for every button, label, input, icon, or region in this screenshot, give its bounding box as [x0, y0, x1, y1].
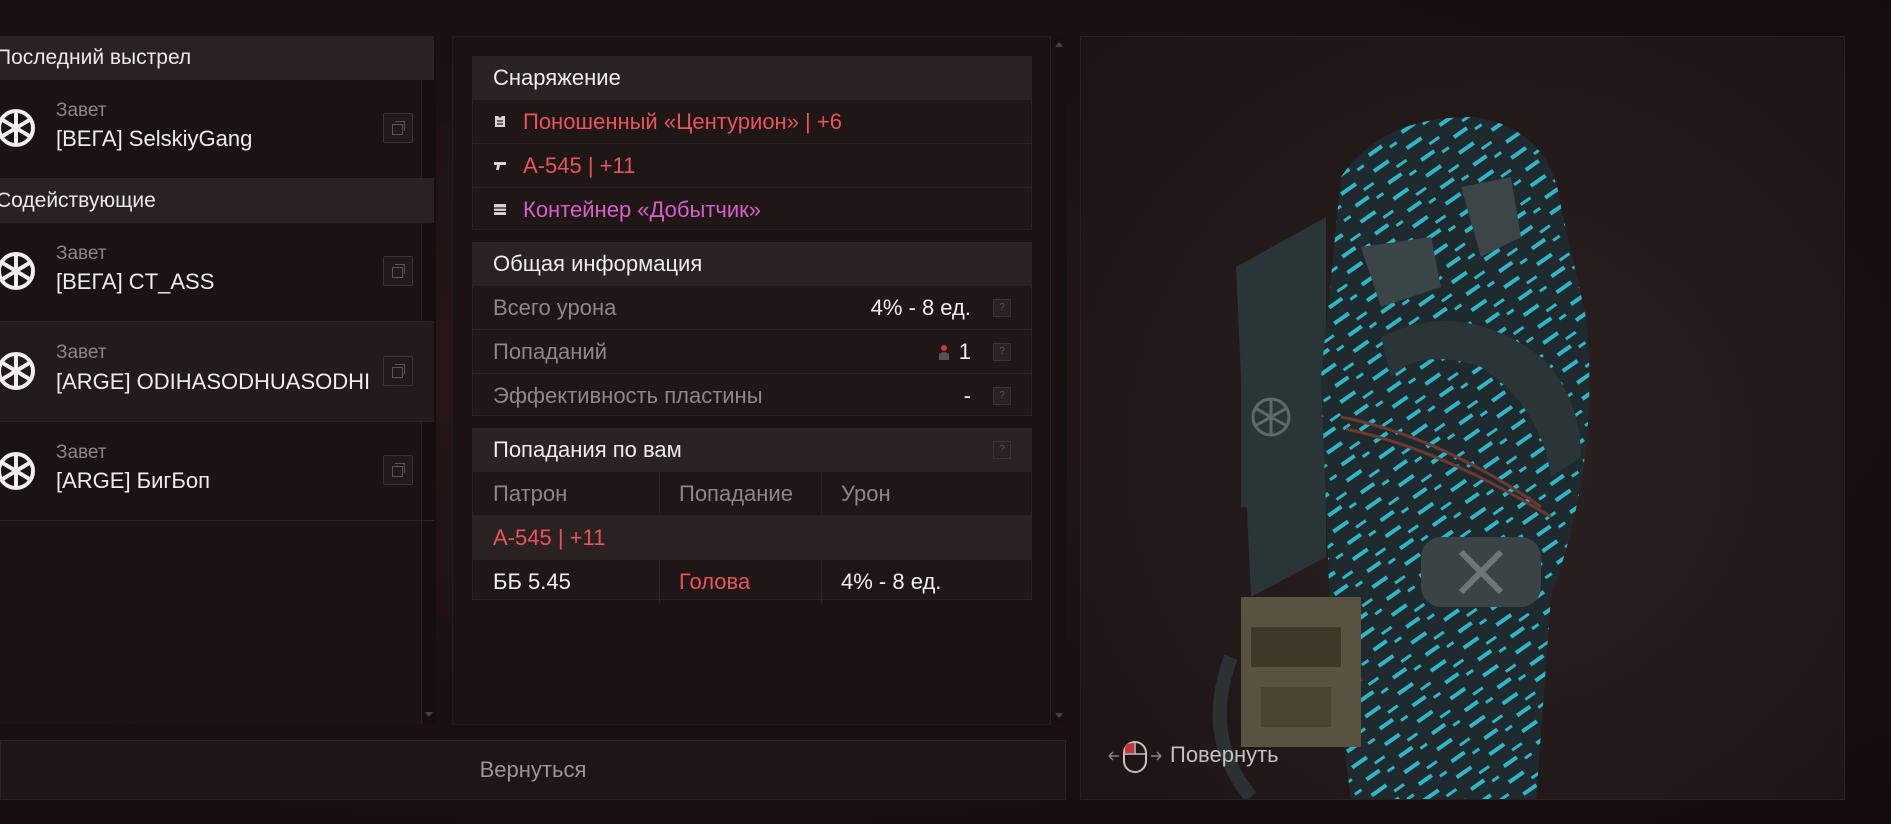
player-name: [ARGE] ODIHASODHUASODHI	[56, 369, 371, 394]
column-header: Попадание	[679, 481, 793, 506]
hits-weapon-row: А-545 | +11	[473, 515, 1031, 559]
copy-name-button[interactable]	[383, 455, 413, 485]
faction-icon	[0, 252, 35, 290]
character-3d-view[interactable]	[1080, 36, 1845, 800]
mouse-rotate-icon	[1108, 741, 1162, 773]
player-name: [ВЕГА] CT_ASS	[56, 269, 215, 294]
assists-header: Содействующие	[0, 179, 434, 223]
stat-label: Всего урона	[493, 295, 617, 320]
copy-name-button[interactable]	[383, 113, 413, 143]
equipment-title: Снаряжение	[473, 57, 1031, 99]
hit-location-cell: Голова	[679, 569, 751, 594]
column-divider	[821, 472, 822, 515]
equipment-name: Поношенный «Центурион» | +6	[523, 109, 842, 134]
column-header: Урон	[841, 481, 891, 506]
faction-name: Завет	[56, 442, 107, 463]
killer-row-assist[interactable]: Завет [ARGE] БигБоп	[0, 422, 434, 521]
hits-title: Попадания по вам ?	[473, 429, 1031, 471]
equipment-item[interactable]: Контейнер «Добытчик»	[473, 187, 1031, 231]
faction-name: Завет	[56, 100, 107, 121]
stat-label: Эффективность пластины	[493, 383, 763, 408]
hits-table-header: Патрон Попадание Урон	[473, 471, 1031, 515]
column-header: Патрон	[493, 481, 568, 506]
stat-row: Попаданий 1 ?	[473, 329, 1031, 373]
character-model[interactable]	[1081, 37, 1845, 800]
stat-row: Эффективность пластины - ?	[473, 373, 1031, 417]
equipment-item[interactable]: Поношенный «Центурион» | +6	[473, 99, 1031, 143]
faction-name: Завет	[56, 342, 107, 363]
rotate-label: Повернуть	[1170, 742, 1279, 767]
killers-panel: Последний выстрел Завет [ВЕГА] SelskiyGa…	[0, 36, 436, 724]
killer-row-last-shot[interactable]: Завет [ВЕГА] SelskiyGang	[0, 80, 434, 179]
copy-name-button[interactable]	[383, 256, 413, 286]
hits-block: Попадания по вам ? Патрон Попадание Урон…	[472, 428, 1032, 603]
column-divider	[821, 560, 822, 603]
scroll-down-icon[interactable]	[425, 712, 433, 717]
equipment-name: А-545 | +11	[523, 153, 636, 178]
general-info-block: Общая информация Всего урона 4% - 8 ед. …	[472, 242, 1032, 416]
player-name: [ВЕГА] SelskiyGang	[56, 126, 253, 151]
scroll-up-icon[interactable]	[1055, 42, 1063, 47]
last-shot-header: Последний выстрел	[0, 36, 434, 80]
hits-title-text: Попадания по вам	[493, 437, 682, 462]
faction-icon	[0, 452, 35, 490]
stat-value: 4% - 8 ед.	[870, 295, 971, 320]
copy-name-button[interactable]	[383, 356, 413, 386]
column-divider	[659, 472, 660, 515]
stat-row: Всего урона 4% - 8 ед. ?	[473, 285, 1031, 329]
equipment-item[interactable]: А-545 | +11	[473, 143, 1031, 187]
rifle-icon	[494, 162, 506, 170]
help-button[interactable]: ?	[993, 343, 1011, 361]
stat-value: -	[963, 383, 971, 408]
killer-row-assist[interactable]: Завет [ВЕГА] CT_ASS	[0, 223, 434, 322]
equipment-name: Контейнер «Добытчик»	[523, 197, 762, 222]
equipment-block: Снаряжение Поношенный «Центурион» | +6 А…	[472, 56, 1032, 230]
ammo-cell: ББ 5.45	[493, 569, 571, 594]
help-button[interactable]: ?	[993, 387, 1011, 405]
killer-row-assist-selected[interactable]: Завет [ARGE] ODIHASODHUASODHI	[0, 322, 434, 422]
help-button[interactable]: ?	[993, 299, 1011, 317]
armor-icon	[495, 116, 505, 127]
column-divider	[659, 560, 660, 603]
general-info-title: Общая информация	[473, 243, 1031, 285]
faction-icon	[0, 352, 35, 390]
help-button[interactable]: ?	[993, 441, 1011, 459]
faction-icon	[0, 109, 35, 147]
table-row: ББ 5.45 Голова 4% - 8 ед.	[473, 559, 1031, 603]
stat-label: Попаданий	[493, 339, 607, 364]
container-icon	[494, 204, 506, 215]
weapon-name: А-545 | +11	[493, 525, 606, 550]
stat-value: 1	[958, 339, 971, 364]
scroll-down-icon[interactable]	[1055, 713, 1063, 718]
player-name: [ARGE] БигБоп	[56, 468, 211, 493]
faction-name: Завет	[56, 243, 107, 264]
back-button[interactable]: Вернуться	[0, 740, 1066, 800]
details-scrollbar[interactable]	[1050, 36, 1067, 725]
hit-person-icon	[939, 345, 949, 360]
damage-cell: 4% - 8 ед.	[841, 569, 942, 594]
